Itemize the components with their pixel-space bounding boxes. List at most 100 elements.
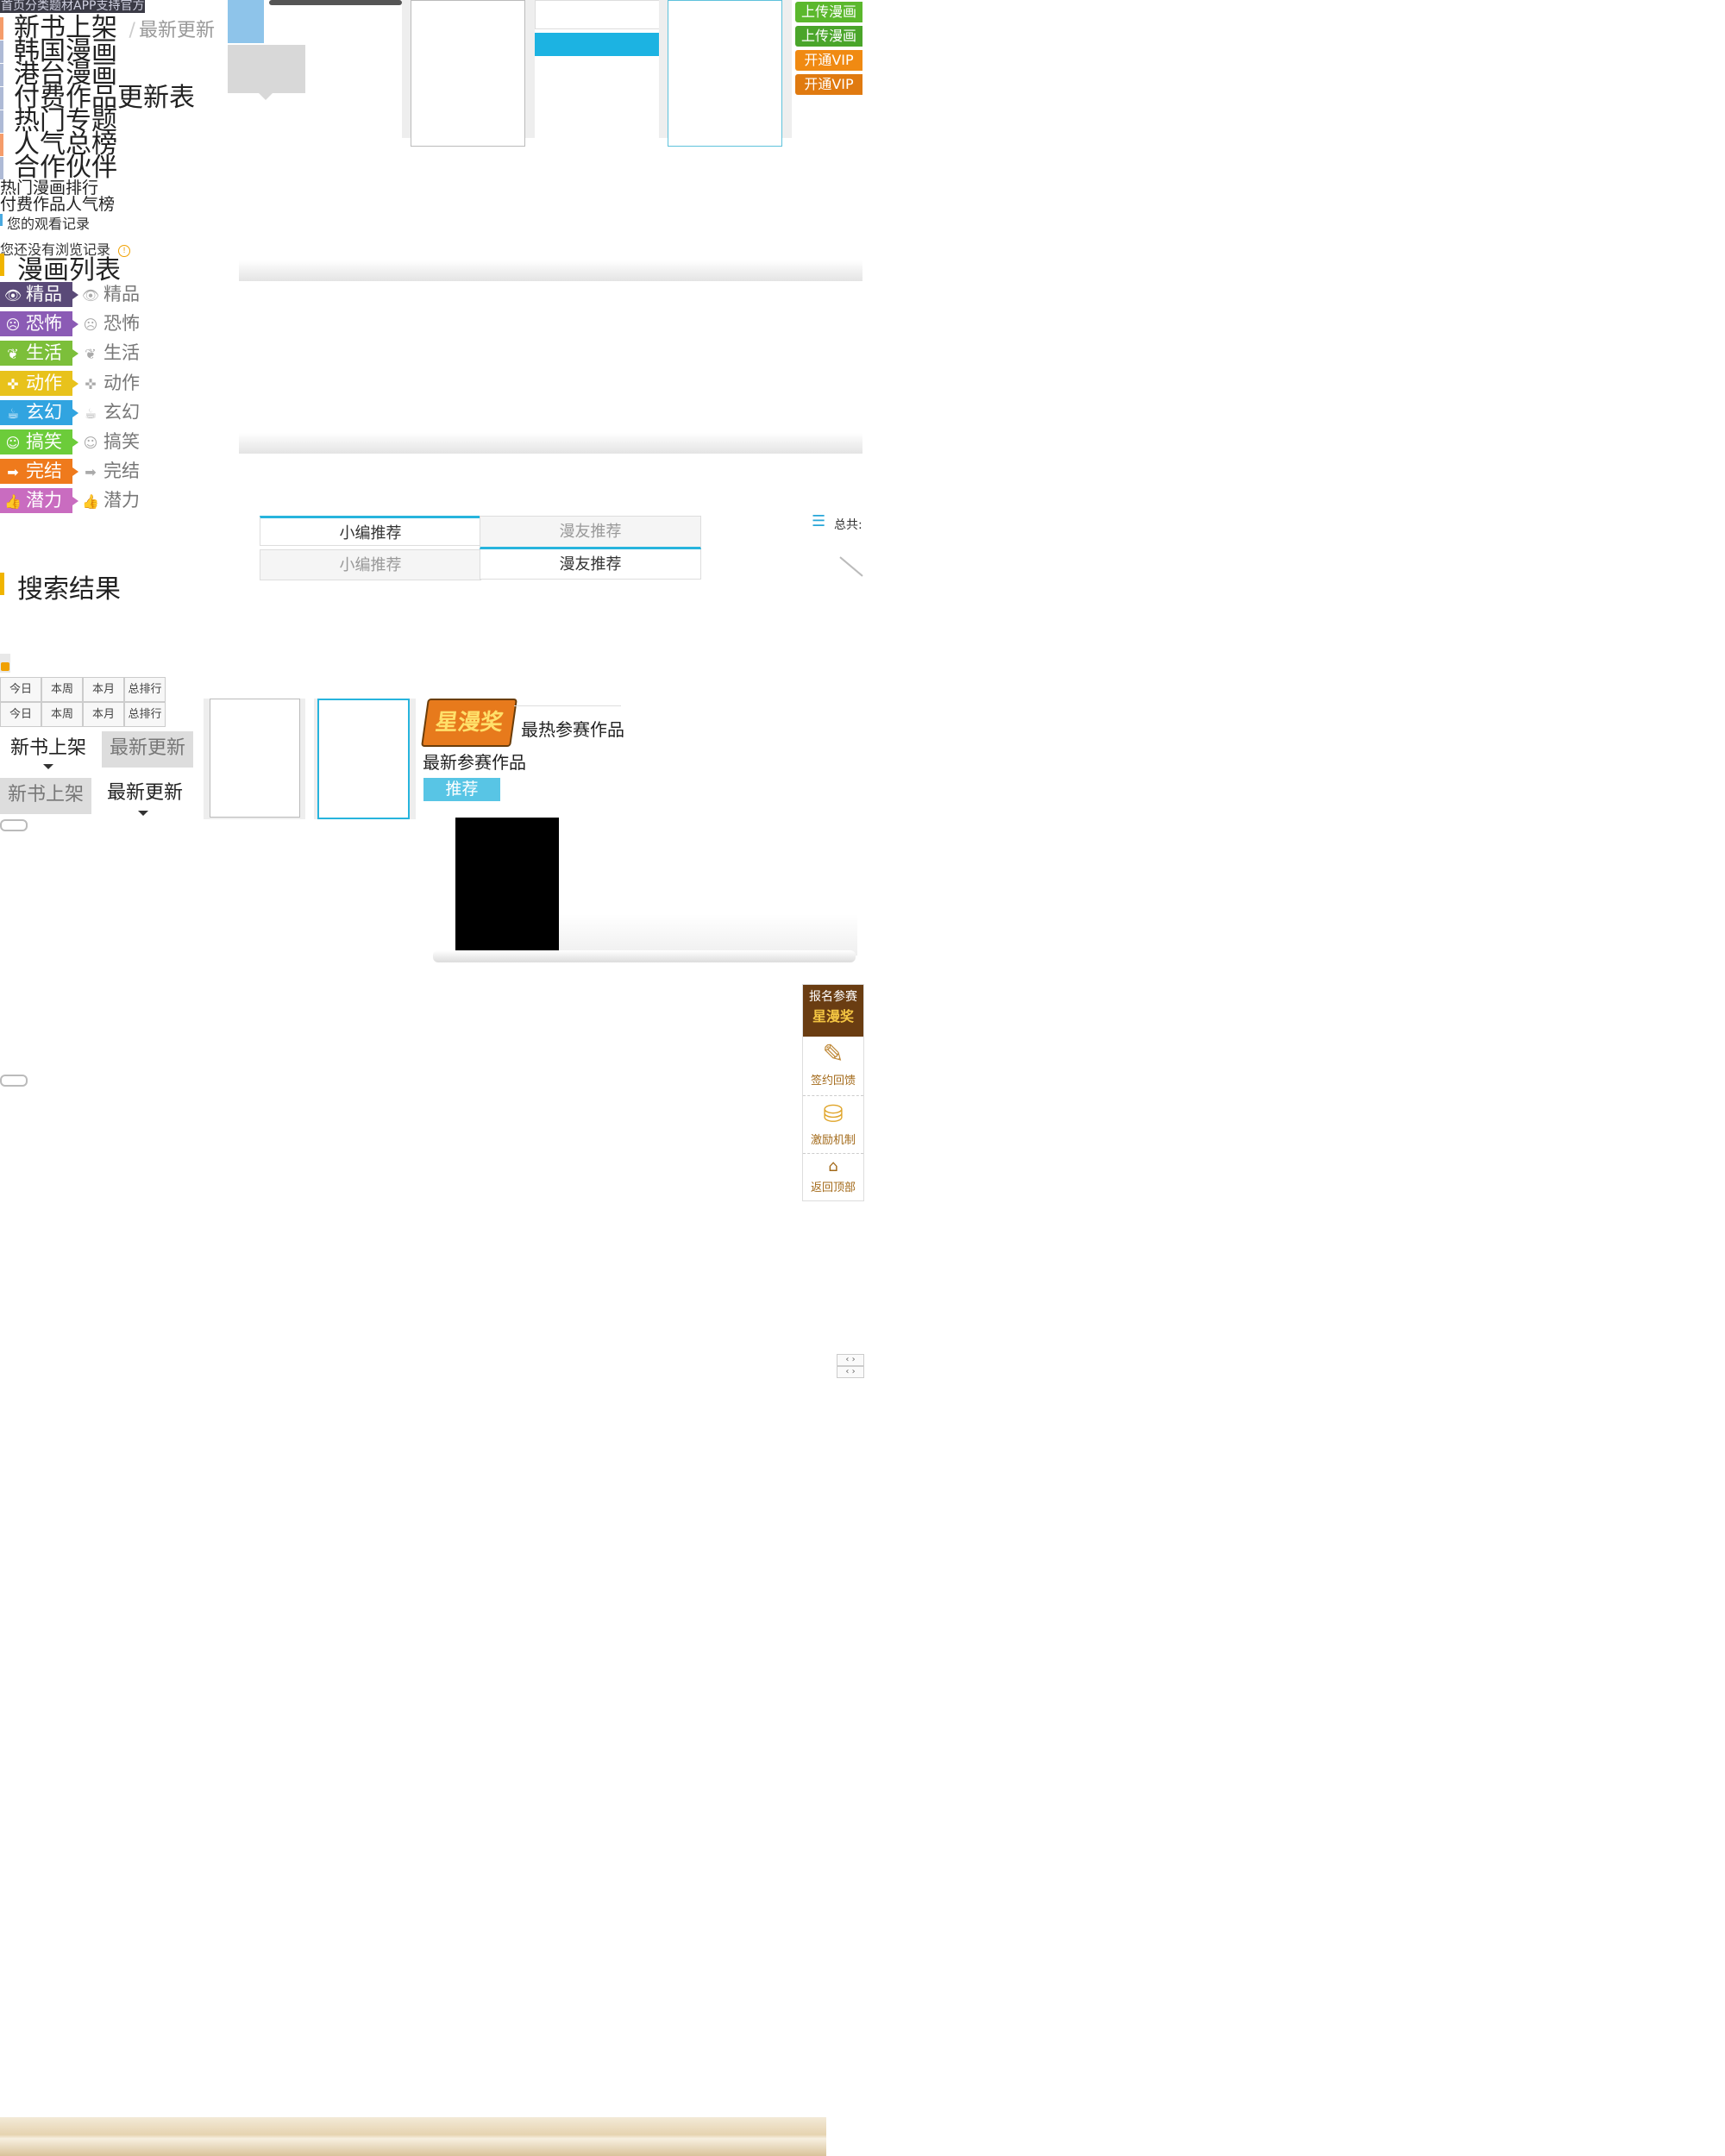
cover-frame-selected [668, 0, 782, 147]
featured-cover[interactable] [455, 818, 559, 956]
tab-new-books-inactive[interactable]: 新书上架 [0, 778, 91, 814]
channel-bar [0, 110, 3, 133]
blue-tab-sprite [535, 33, 660, 56]
tag-tail [72, 349, 78, 359]
leaf-icon: ❦ [7, 346, 19, 363]
newest-entries-tab[interactable]: 最新参赛作品 [423, 749, 526, 774]
open-vip-button[interactable]: 开通VIP [795, 50, 862, 71]
hottest-entries-tab[interactable]: 最热参赛作品 [521, 716, 624, 741]
latest-update-link[interactable]: / 最新更新 [126, 20, 215, 41]
thumb-icon: 👍 [4, 493, 22, 511]
nav-item-category[interactable]: 分类 [25, 0, 49, 13]
genre-tag-inactive[interactable]: ☺ 搞笑 [81, 429, 140, 455]
upload-comic-button[interactable]: 上传漫画 [795, 26, 862, 47]
smile-icon: ☺ [83, 435, 98, 451]
nav-item-app[interactable]: APP [73, 0, 96, 13]
nav-item-theme[interactable]: 题材 [49, 0, 73, 13]
nav-item-support[interactable]: 支持 [96, 0, 120, 13]
rank-tab[interactable]: 本周 [41, 702, 83, 727]
nav-item-home[interactable]: 首页 [1, 0, 25, 13]
rank-tab[interactable]: 总排行 [124, 702, 166, 727]
tab-latest-inactive[interactable]: 最新更新 [102, 731, 193, 768]
dark-bar-sprite [269, 0, 402, 5]
rank-tab[interactable]: 本周 [41, 677, 83, 702]
top-nav: 首页分类题材APP支持官方 [0, 0, 146, 13]
sign-reward-item[interactable]: ✎ 签约回馈 [803, 1037, 863, 1096]
leaf-icon: ❦ [85, 346, 97, 363]
genre-tag-inactive[interactable]: ☕ 玄幻 [81, 400, 140, 426]
genre-label: 完结 [104, 461, 140, 482]
open-vip-button[interactable]: 开通VIP [795, 74, 862, 95]
genre-label: 恐怖 [26, 313, 62, 335]
pager-prev-next[interactable]: ‹ › [837, 1366, 864, 1378]
genre-tag-active[interactable]: ❦ 生活 [0, 341, 78, 367]
diagonal-line [839, 556, 863, 577]
rank-tab[interactable]: 本月 [83, 677, 124, 702]
gamepad-icon: ✜ [7, 375, 19, 392]
genre-tag-inactive[interactable]: 👁 精品 [81, 282, 140, 308]
paid-ranking-link[interactable]: 付费作品人气榜 [0, 197, 115, 213]
genre-tag-inactive[interactable]: ❦ 生活 [81, 341, 140, 367]
genre-tag-inactive[interactable]: ☹ 恐怖 [81, 311, 140, 337]
thumb-icon: 👍 [82, 493, 99, 511]
signup-header[interactable]: 报名参赛 星漫奖 [803, 985, 863, 1037]
genre-tag-active[interactable]: ☕ 玄幻 [0, 399, 78, 425]
divider-slash: / [129, 20, 135, 41]
channel-bar [0, 87, 3, 110]
coins-icon: ⛁ [823, 1100, 844, 1128]
gamepad-icon: ✜ [85, 375, 97, 392]
tab-label: 最新更新 [109, 737, 185, 759]
incentive-label: 激励机制 [810, 1134, 856, 1147]
rank-tab[interactable]: 本月 [83, 702, 124, 727]
shelf-band [239, 433, 862, 454]
back-top-label: 返回顶部 [810, 1181, 856, 1194]
tab-editor-rec-inactive[interactable]: 小编推荐 [260, 549, 481, 580]
eye-icon: 👁 [3, 287, 22, 304]
recommend-badge[interactable]: 推荐 [423, 778, 500, 801]
panel-badge: 星漫奖 [812, 1008, 854, 1025]
genre-tag-active[interactable]: ☺ 搞笑 [0, 429, 78, 454]
genre-tag-inactive[interactable]: ✜ 动作 [81, 371, 140, 397]
list-icon: ☰ [812, 512, 826, 530]
mini-sprite [0, 654, 10, 673]
search-results-title: 搜索结果 [0, 567, 121, 605]
link-icon [0, 1075, 28, 1087]
tab-fans-rec-active[interactable]: 漫友推荐 [480, 549, 701, 580]
caret-down-icon [43, 764, 53, 769]
tag-tail [72, 379, 78, 388]
shelf-ledge [433, 950, 856, 962]
shelf-shadow [559, 914, 857, 956]
up-arrow-icon: ⌂ [828, 1157, 838, 1175]
genre-label: 动作 [26, 372, 62, 393]
genre-tag-active[interactable]: ✜ 动作 [0, 370, 78, 396]
total-label: 总共: [834, 518, 862, 532]
rank-tab[interactable]: 总排行 [124, 677, 166, 702]
history-title: 您的观看记录 [0, 212, 90, 233]
comic-list-title: 漫画列表 [0, 248, 121, 286]
nav-item-official[interactable]: 官方 [120, 0, 144, 13]
tab-editor-rec-active[interactable]: 小编推荐 [260, 516, 481, 546]
pager-prev-next[interactable]: ‹ › [837, 1354, 864, 1366]
incentive-item[interactable]: ⛁ 激励机制 [803, 1096, 863, 1154]
genre-tag-active[interactable]: ➡ 完结 [0, 459, 78, 485]
rank-tab[interactable]: 今日 [0, 677, 41, 702]
genre-tag-active[interactable]: 👁 精品 [0, 282, 78, 307]
genre-label: 玄幻 [104, 401, 140, 423]
arrow-icon: ➡ [7, 464, 19, 481]
back-top-item[interactable]: ⌂ 返回顶部 [803, 1154, 863, 1199]
upload-comic-button[interactable]: 上传漫画 [795, 2, 862, 22]
genre-tag-active[interactable]: 👍 潜力 [0, 488, 78, 514]
genre-label: 动作 [104, 372, 140, 393]
genre-label: 生活 [26, 342, 62, 364]
genre-tag-active[interactable]: ☹ 恐怖 [0, 311, 78, 337]
genre-tag-inactive[interactable]: 👍 潜力 [81, 488, 140, 514]
genre-tag-inactive[interactable]: ➡ 完结 [81, 459, 140, 485]
channel-partners[interactable]: 合作伙伴 [0, 155, 117, 181]
tag-tail [72, 320, 78, 329]
genre-label: 玄幻 [26, 401, 62, 423]
genre-label: 精品 [26, 284, 62, 304]
tab-fans-rec-inactive[interactable]: 漫友推荐 [480, 516, 701, 549]
divider [514, 705, 621, 706]
rank-tab[interactable]: 今日 [0, 702, 41, 727]
shelf-band [239, 260, 862, 281]
